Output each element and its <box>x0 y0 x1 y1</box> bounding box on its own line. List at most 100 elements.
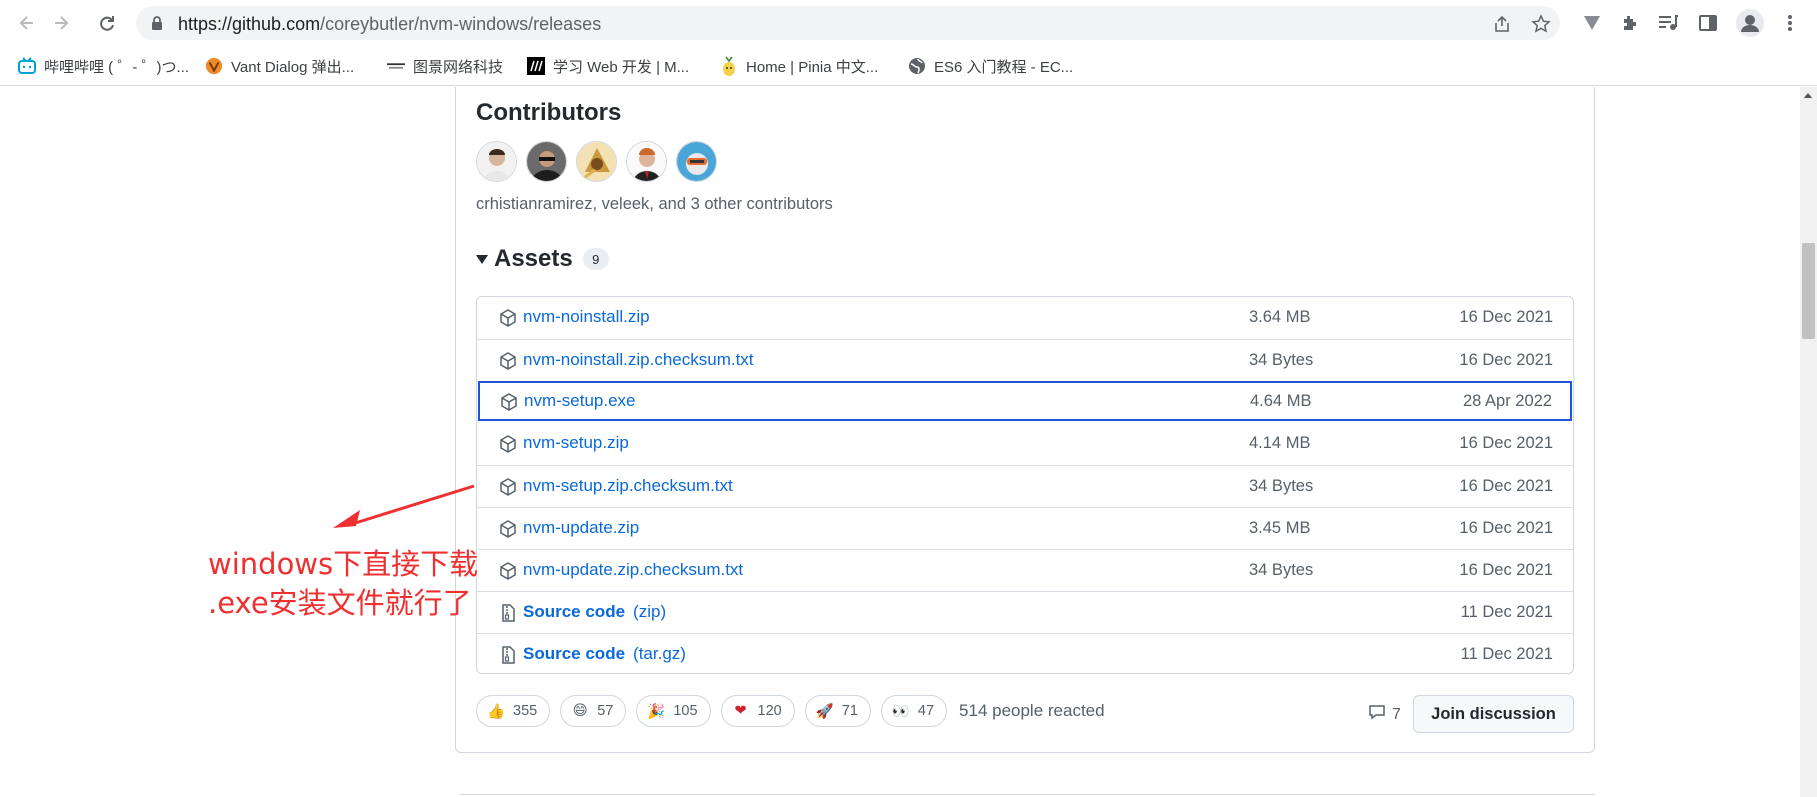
asset-link[interactable]: nvm-setup.exe <box>524 391 636 411</box>
asset-row[interactable]: nvm-noinstall.zip 3.64 MB 16 Dec 2021 <box>477 297 1573 339</box>
forward-icon[interactable] <box>48 10 74 36</box>
back-icon[interactable] <box>14 10 40 36</box>
file-zip-icon <box>498 603 518 623</box>
package-icon <box>498 519 518 539</box>
asset-link[interactable]: nvm-update.zip.checksum.txt <box>523 560 743 580</box>
package-icon <box>498 351 518 371</box>
join-discussion-button[interactable]: Join discussion <box>1413 695 1574 733</box>
avatar[interactable] <box>676 141 717 182</box>
annotation-line-2: .exe安装文件就行了 <box>208 586 472 620</box>
reaction-count: 71 <box>841 703 858 719</box>
profile-avatar[interactable] <box>1736 9 1764 37</box>
asset-date: 16 Dec 2021 <box>1459 477 1553 495</box>
asset-row[interactable]: nvm-update.zip 3.45 MB 16 Dec 2021 <box>477 507 1573 549</box>
asset-link[interactable]: nvm-setup.zip.checksum.txt <box>523 476 733 496</box>
bookmark-label: Vant Dialog 弹出... <box>231 58 355 76</box>
browser-toolbar: https://github.com/coreybutler/nvm-windo… <box>0 0 1817 46</box>
avatar[interactable] <box>526 141 567 182</box>
asset-row[interactable]: nvm-setup.zip.checksum.txt 34 Bytes 16 D… <box>477 465 1573 507</box>
asset-row[interactable]: nvm-setup.zip 4.14 MB 16 Dec 2021 <box>477 423 1573 465</box>
reaction-heart[interactable]: ❤ 120 <box>720 695 795 727</box>
vue-devtools-icon[interactable] <box>1580 11 1604 35</box>
source-code-link[interactable]: Source code (zip) <box>523 602 666 622</box>
bookmark-mdn[interactable]: 学习 Web 开发 | M... <box>527 54 689 78</box>
more-menu-icon[interactable] <box>1778 11 1802 35</box>
smile-icon: 😄 <box>572 703 588 719</box>
star-icon[interactable] <box>1531 14 1551 34</box>
asset-date: 16 Dec 2021 <box>1459 561 1553 579</box>
package-icon <box>498 308 518 328</box>
asset-link[interactable]: nvm-noinstall.zip <box>523 307 650 327</box>
bookmarks-bar: 哔哩哔哩 ( ゜- ゜)つ... Vant Dialog 弹出... 图景网络科… <box>0 46 1817 86</box>
reaction-eyes[interactable]: 👀 47 <box>880 695 948 727</box>
reaction-tada[interactable]: 🎉 105 <box>636 695 711 727</box>
archive-format: (zip) <box>633 602 667 621</box>
avatar[interactable] <box>476 141 517 182</box>
asset-link[interactable]: nvm-setup.zip <box>523 433 629 453</box>
triangle-down-icon <box>476 254 488 264</box>
page-scrollbar[interactable] <box>1800 87 1817 797</box>
assets-heading: Assets <box>494 245 573 272</box>
reaction-count: 120 <box>757 703 782 719</box>
package-icon <box>498 434 518 454</box>
reactions-bar: 👍 355 😄 57 🎉 105 ❤ 120 🚀 71 👀 47 514 people re… <box>476 695 1105 727</box>
annotation-note: windows下直接下载 .exe安装文件就行了 <box>208 545 478 623</box>
asset-link[interactable]: nvm-noinstall.zip.checksum.txt <box>523 350 754 370</box>
asset-size: 3.45 MB <box>1249 519 1311 537</box>
bookmark-label: 学习 Web 开发 | M... <box>553 58 690 76</box>
asset-date: 16 Dec 2021 <box>1459 308 1553 326</box>
asset-row[interactable]: nvm-noinstall.zip.checksum.txt 34 Bytes … <box>477 339 1573 381</box>
url-path: /coreybutler/nvm-windows/releases <box>320 14 602 34</box>
bookmark-tujing[interactable]: 图景网络科技 <box>387 54 503 78</box>
reaction-count: 57 <box>597 703 614 719</box>
assets-toggle[interactable]: Assets 9 <box>476 245 609 273</box>
globe-icon <box>908 57 926 75</box>
asset-row[interactable]: nvm-update.zip.checksum.txt 34 Bytes 16 … <box>477 549 1573 591</box>
bookmark-label: ES6 入门教程 - EC... <box>934 58 1074 76</box>
asset-row[interactable]: Source code (zip) 11 Dec 2021 <box>477 591 1573 633</box>
annotation-arrow <box>333 484 475 528</box>
vant-icon <box>205 57 223 75</box>
asset-size: 34 Bytes <box>1249 351 1314 369</box>
source-code-link[interactable]: Source code (tar.gz) <box>523 644 686 664</box>
asset-row[interactable]: Source code (tar.gz) 11 Dec 2021 <box>477 633 1573 675</box>
source-code-label: Source code <box>523 602 626 621</box>
asset-link[interactable]: nvm-update.zip <box>523 518 639 538</box>
asset-date: 16 Dec 2021 <box>1459 351 1553 369</box>
share-icon[interactable] <box>1492 14 1512 34</box>
asset-size: 4.64 MB <box>1250 392 1312 410</box>
address-bar[interactable]: https://github.com/coreybutler/nvm-windo… <box>136 6 1560 40</box>
comment-icon <box>1368 703 1386 726</box>
url-text[interactable]: https://github.com/coreybutler/nvm-windo… <box>178 14 601 35</box>
bookmark-label: Home | Pinia 中文... <box>746 58 879 76</box>
side-panel-icon[interactable] <box>1696 11 1720 35</box>
bookmark-label: 哔哩哔哩 ( ゜- ゜)つ... <box>44 58 189 76</box>
extensions-icon[interactable] <box>1618 11 1642 35</box>
asset-size: 4.14 MB <box>1249 434 1311 452</box>
asset-row-highlighted[interactable]: nvm-setup.exe 4.64 MB 28 Apr 2022 <box>478 381 1572 421</box>
avatar[interactable] <box>576 141 617 182</box>
bookmark-pinia[interactable]: Home | Pinia 中文... <box>720 54 878 78</box>
comment-count[interactable]: 7 <box>1368 703 1401 726</box>
bookmark-bilibili[interactable]: 哔哩哔哩 ( ゜- ゜)つ... <box>18 54 189 78</box>
package-icon <box>498 561 518 581</box>
reaction-thumbs-up[interactable]: 👍 355 <box>476 695 551 727</box>
asset-size: 34 Bytes <box>1249 561 1314 579</box>
reaction-rocket[interactable]: 🚀 71 <box>804 695 871 727</box>
bookmark-es6[interactable]: ES6 入门教程 - EC... <box>908 54 1073 78</box>
scrollbar-thumb[interactable] <box>1802 243 1815 339</box>
bookmark-vant[interactable]: Vant Dialog 弹出... <box>205 54 354 78</box>
assets-count-badge: 9 <box>582 248 609 270</box>
mdn-icon <box>527 57 545 75</box>
reload-icon[interactable] <box>94 10 120 36</box>
reaction-count: 47 <box>917 703 935 719</box>
file-zip-icon <box>498 645 518 665</box>
scroll-up-icon[interactable] <box>1804 93 1812 98</box>
lock-icon[interactable] <box>150 15 164 36</box>
annotation-line-1: windows下直接下载 <box>208 547 479 581</box>
bookmark-label: 图景网络科技 <box>413 58 504 76</box>
media-control-icon[interactable] <box>1656 11 1680 35</box>
asset-size: 34 Bytes <box>1249 477 1314 495</box>
reaction-smile[interactable]: 😄 57 <box>560 695 627 727</box>
avatar[interactable] <box>626 141 667 182</box>
